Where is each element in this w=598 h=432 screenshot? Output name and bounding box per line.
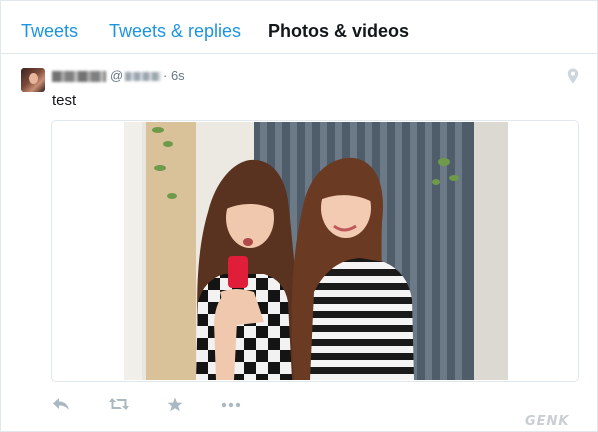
tweet-photo[interactable] <box>51 120 579 382</box>
tab-tweets-and-replies[interactable]: Tweets & replies <box>109 20 241 42</box>
tweet-text: test <box>52 92 77 109</box>
star-icon[interactable] <box>167 397 183 412</box>
photo-two-girls-looking-at-phone <box>124 122 508 380</box>
tab-tweets[interactable]: Tweets <box>21 20 78 42</box>
author-handle-redacted[interactable] <box>125 72 161 81</box>
tweet-timestamp[interactable]: · 6s <box>163 68 185 84</box>
profile-timeline-panel: Tweets Tweets & replies Photos & videos … <box>0 0 598 432</box>
tab-photos-and-videos[interactable]: Photos & videos <box>268 20 409 42</box>
author-name-redacted[interactable] <box>52 71 106 82</box>
avatar[interactable] <box>21 68 45 92</box>
map-pin-icon[interactable] <box>567 68 579 84</box>
watermark-logo: GENK <box>525 414 570 429</box>
profile-tabs: Tweets Tweets & replies Photos & videos <box>1 1 597 54</box>
more-icon[interactable] <box>221 397 241 411</box>
reply-icon[interactable] <box>52 397 70 411</box>
handle-at: @ <box>110 68 124 83</box>
retweet-icon[interactable] <box>108 397 130 411</box>
